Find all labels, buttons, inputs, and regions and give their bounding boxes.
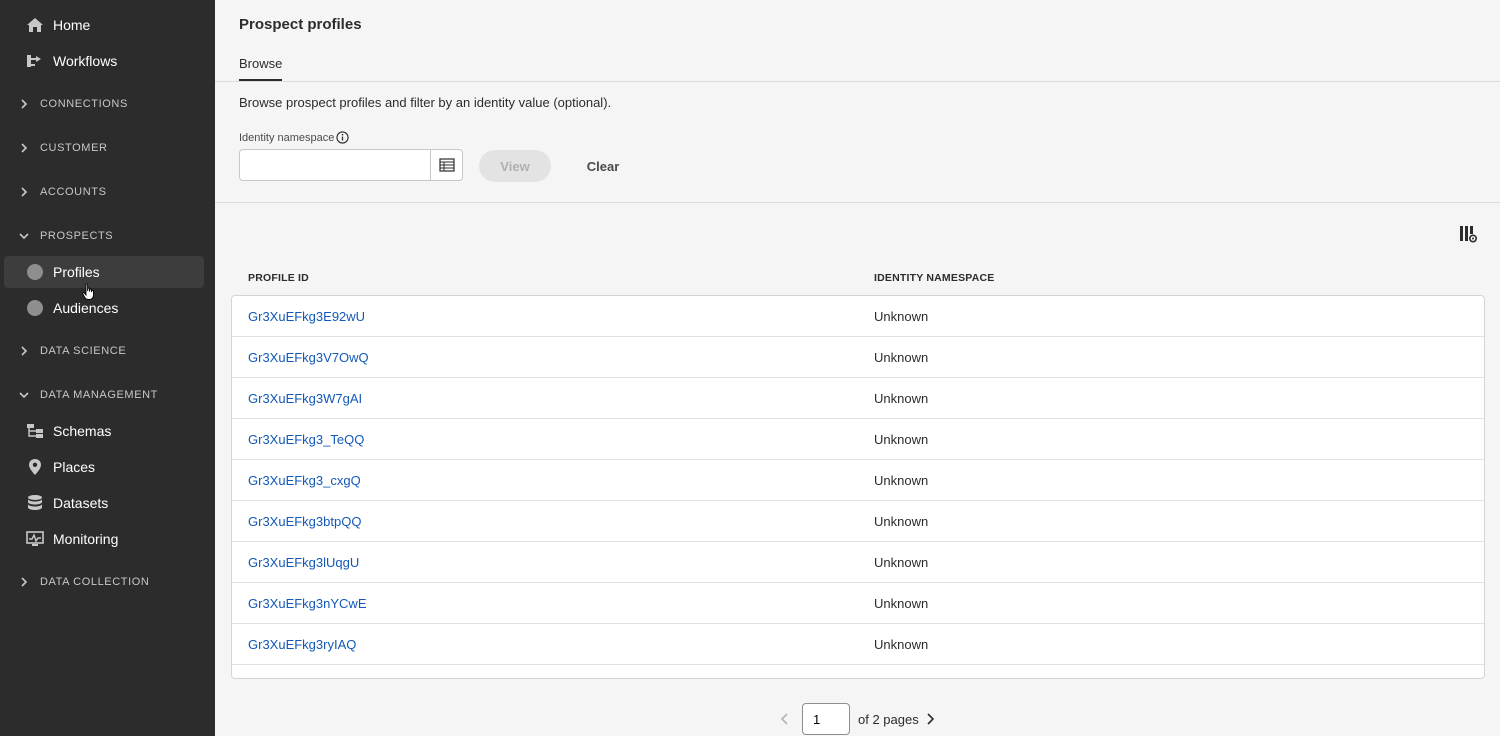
info-icon[interactable] [336, 131, 350, 144]
profile-id-link[interactable]: Gr3XuEFkg3nYCwE [248, 596, 367, 611]
identity-namespace-cell: Unknown [874, 596, 929, 611]
table-icon [438, 158, 455, 172]
nav-audiences[interactable]: Audiences [4, 292, 204, 324]
table-row[interactable]: Gr3XuEFkg3E92wU Unknown [232, 296, 1484, 337]
chevron-right-icon [18, 186, 30, 198]
profile-id-link[interactable]: Gr3XuEFkg3E92wU [248, 309, 365, 324]
chevron-down-icon [18, 230, 30, 242]
section-accounts-label: ACCOUNTS [40, 186, 107, 198]
nav-profiles[interactable]: Profiles [4, 256, 204, 288]
nav-places[interactable]: Places [4, 451, 204, 483]
profiles-table: Gr3XuEFkg3E92wU Unknown Gr3XuEFkg3V7OwQ Un… [231, 295, 1485, 679]
view-button[interactable]: View [479, 150, 551, 182]
table-row[interactable]: Gr3XuEFkg3W7gAI Unknown [232, 378, 1484, 419]
table-row[interactable]: Gr3XuEFkg3lUqgU Unknown [232, 542, 1484, 583]
nav-audiences-label: Audiences [53, 300, 119, 316]
page-description: Browse prospect profiles and filter by a… [239, 95, 612, 110]
section-prospects-label: PROSPECTS [40, 230, 114, 242]
section-prospects[interactable]: PROSPECTS [18, 226, 113, 246]
pin-icon [25, 457, 45, 477]
database-icon [25, 493, 45, 513]
identity-namespace-input[interactable] [239, 149, 431, 181]
column-header-identity-namespace[interactable]: IDENTITY NAMESPACE [874, 272, 994, 284]
section-connections[interactable]: CONNECTIONS [18, 94, 128, 114]
identity-namespace-cell: Unknown [874, 309, 929, 324]
tab-browse[interactable]: Browse [239, 56, 283, 81]
schema-icon [25, 421, 45, 441]
profile-id-link[interactable]: Gr3XuEFkg3V7OwQ [248, 350, 369, 365]
nav-home[interactable]: Home [4, 9, 204, 41]
chevron-left-icon[interactable] [778, 711, 792, 727]
profile-id-link[interactable]: Gr3XuEFkg3lUqgU [248, 555, 359, 570]
nav-workflows-label: Workflows [53, 53, 118, 69]
identity-namespace-label-text: Identity namespace [239, 131, 335, 144]
section-accounts[interactable]: ACCOUNTS [18, 182, 107, 202]
identity-namespace-label: Identity namespace [239, 131, 350, 144]
nav-workflows[interactable]: Workflows [4, 45, 204, 77]
identity-namespace-cell: Unknown [874, 473, 929, 488]
monitor-icon [25, 529, 45, 549]
column-header-profile-id[interactable]: PROFILE ID [248, 272, 309, 284]
table-row[interactable]: Gr3XuEFkg3V7OwQ Unknown [232, 337, 1484, 378]
table-row[interactable]: Gr3XuEFkg3_cxgQ Unknown [232, 460, 1484, 501]
page-count-label: of 2 pages [858, 712, 919, 727]
section-data-collection-label: DATA COLLECTION [40, 576, 150, 588]
section-customer[interactable]: CUSTOMER [18, 138, 108, 158]
identity-namespace-cell: Unknown [874, 514, 929, 529]
identity-namespace-cell: Unknown [874, 391, 929, 406]
identity-namespace-cell: Unknown [874, 432, 929, 447]
profile-id-link[interactable]: Gr3XuEFkg3_TeQQ [248, 432, 364, 447]
section-data-management-label: DATA MANAGEMENT [40, 389, 158, 401]
table-row[interactable]: Gr3XuEFkg3_TeQQ Unknown [232, 419, 1484, 460]
nav-monitoring-label: Monitoring [53, 531, 119, 547]
column-settings-icon[interactable] [1458, 224, 1478, 244]
section-data-science[interactable]: DATA SCIENCE [18, 341, 126, 361]
section-data-management[interactable]: DATA MANAGEMENT [18, 385, 158, 405]
page-number-input[interactable] [802, 703, 850, 735]
chevron-right-icon[interactable] [923, 711, 937, 727]
section-connections-label: CONNECTIONS [40, 98, 128, 110]
chevron-down-icon [18, 389, 30, 401]
namespace-picker-button[interactable] [430, 149, 463, 181]
nav-schemas-label: Schemas [53, 423, 112, 439]
section-customer-label: CUSTOMER [40, 142, 108, 154]
table-row[interactable]: Gr3XuEFkg3ryIAQ Unknown [232, 624, 1484, 665]
profile-id-link[interactable]: Gr3XuEFkg3btpQQ [248, 514, 361, 529]
chevron-right-icon [18, 345, 30, 357]
table-row[interactable]: Gr3XuEFkg3btpQQ Unknown [232, 501, 1484, 542]
tab-divider [215, 81, 1500, 82]
home-icon [25, 15, 45, 35]
nav-datasets-label: Datasets [53, 495, 109, 511]
clear-button[interactable]: Clear [575, 150, 631, 182]
main-content: Prospect profiles Browse Browse prospect… [215, 0, 1500, 736]
nav-home-label: Home [53, 17, 91, 33]
chevron-right-icon [18, 98, 30, 110]
section-data-collection[interactable]: DATA COLLECTION [18, 572, 149, 592]
profile-id-link[interactable]: Gr3XuEFkg3ryIAQ [248, 637, 356, 652]
chevron-right-icon [18, 576, 30, 588]
profile-id-link[interactable]: Gr3XuEFkg3_cxgQ [248, 473, 361, 488]
identity-namespace-cell: Unknown [874, 637, 929, 652]
nav-monitoring[interactable]: Monitoring [4, 523, 204, 555]
profile-id-link[interactable]: Gr3XuEFkg3W7gAI [248, 391, 362, 406]
identity-namespace-cell: Unknown [874, 350, 929, 365]
table-row[interactable]: Gr3XuEFkg3nYCwE Unknown [232, 583, 1484, 624]
nav-places-label: Places [53, 459, 96, 475]
circle-icon [25, 298, 45, 318]
nav-profiles-label: Profiles [53, 264, 100, 280]
nav-schemas[interactable]: Schemas [4, 415, 204, 447]
section-data-science-label: DATA SCIENCE [40, 345, 127, 357]
circle-icon [25, 262, 45, 282]
filter-divider [215, 202, 1500, 203]
page-title: Prospect profiles [239, 16, 362, 33]
workflow-icon [25, 51, 45, 71]
sidebar: Home Workflows CONNECTIONS CUSTOMER ACCO… [0, 0, 215, 736]
nav-datasets[interactable]: Datasets [4, 487, 204, 519]
chevron-right-icon [18, 142, 30, 154]
pagination: of 2 pages [215, 703, 1500, 735]
hand-cursor-icon [82, 283, 94, 300]
identity-namespace-cell: Unknown [874, 555, 929, 570]
